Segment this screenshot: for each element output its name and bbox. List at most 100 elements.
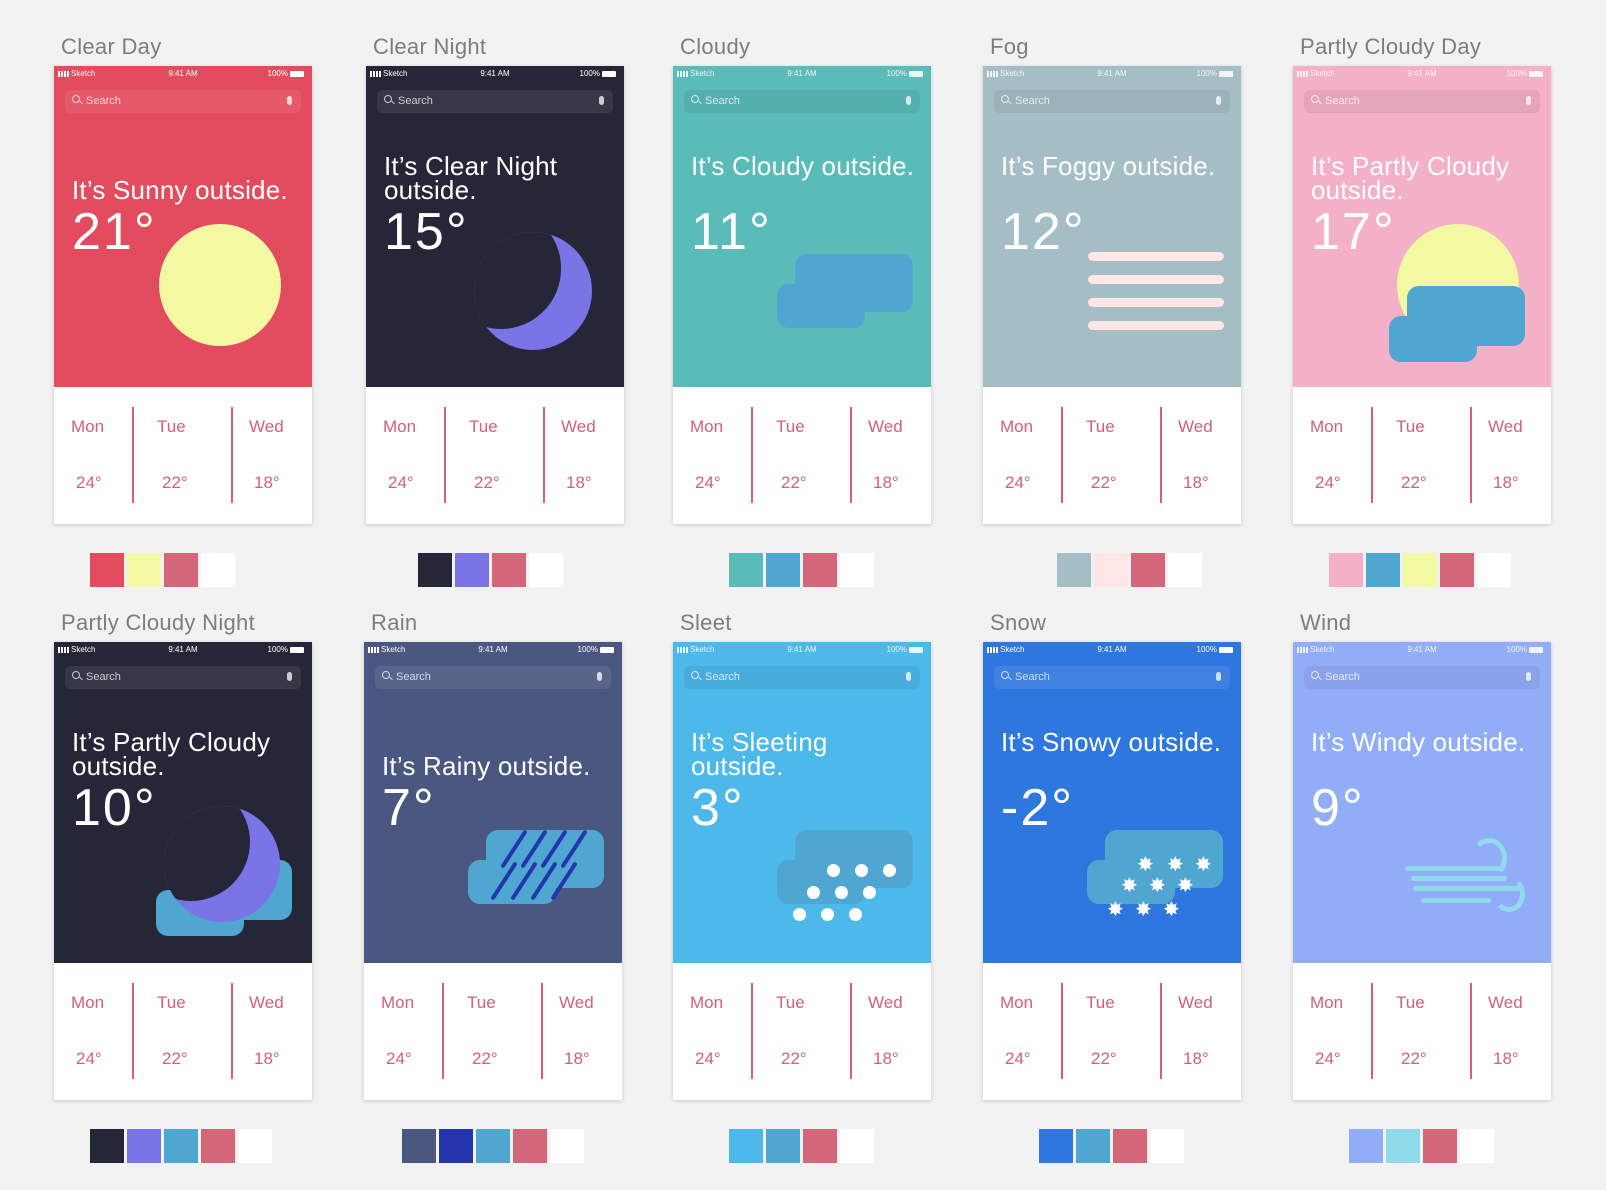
- forecast-day[interactable]: Mon 24°: [1293, 387, 1379, 524]
- color-swatch: [1113, 1129, 1147, 1163]
- forecast-day[interactable]: Mon 24°: [1293, 963, 1379, 1100]
- snowflake: ✸: [1163, 899, 1180, 921]
- forecast-divider: [1371, 983, 1373, 1079]
- forecast-temperature: 24°: [386, 1049, 412, 1068]
- card-title: Sleet: [680, 610, 732, 635]
- forecast-temperature: 22°: [162, 473, 188, 492]
- forecast-day[interactable]: Tue 22°: [1379, 963, 1465, 1100]
- forecast-temperature: 22°: [781, 1049, 807, 1068]
- color-swatch: [201, 1129, 235, 1163]
- forecast-day[interactable]: Mon 24°: [983, 963, 1069, 1100]
- forecast-day[interactable]: Mon 24°: [673, 387, 759, 524]
- color-swatch: [803, 1129, 837, 1163]
- forecast-temperature: 18°: [566, 473, 592, 492]
- forecast-day[interactable]: Mon 24°: [364, 963, 450, 1100]
- forecast-day[interactable]: Tue 22°: [140, 387, 226, 524]
- forecast-day[interactable]: Mon 24°: [366, 387, 452, 524]
- phone-mockup: Sketch 9:41 AM 100% Search It’s Sleeting out…: [673, 642, 931, 1100]
- fog-bar: [1088, 298, 1224, 307]
- forecast-temperature: 24°: [695, 473, 721, 492]
- color-swatch: [1349, 1129, 1383, 1163]
- forecast-day[interactable]: Tue 22°: [759, 387, 845, 524]
- card-title: Snow: [990, 610, 1047, 635]
- partly-cloudy-night-icon: [54, 642, 312, 963]
- weather-screen: Sketch 9:41 AM 100% Search It’s Partly Cloud…: [1293, 66, 1551, 387]
- forecast-day[interactable]: Wed 18°: [1471, 387, 1551, 524]
- color-swatch: [476, 1129, 510, 1163]
- forecast-day[interactable]: Wed 18°: [1471, 963, 1551, 1100]
- forecast-day[interactable]: Tue 22°: [1069, 387, 1155, 524]
- sleet-dot: [849, 908, 862, 921]
- forecast-temperature: 24°: [695, 1049, 721, 1068]
- forecast-divider: [1160, 407, 1162, 503]
- forecast-temperature: 24°: [1315, 473, 1341, 492]
- forecast-day[interactable]: Tue 22°: [1379, 387, 1465, 524]
- forecast-divider: [850, 407, 852, 503]
- card-title: Fog: [990, 34, 1029, 59]
- forecast-day[interactable]: Mon 24°: [673, 963, 759, 1100]
- moon-cutout: [164, 806, 250, 902]
- forecast-day[interactable]: Tue 22°: [450, 963, 536, 1100]
- forecast-day[interactable]: Mon 24°: [54, 963, 140, 1100]
- color-swatch: [164, 553, 198, 587]
- forecast-temperature: 18°: [1493, 473, 1519, 492]
- snowflake: ✸: [1195, 854, 1212, 876]
- phone-mockup: Sketch 9:41 AM 100% Search It’s Clear Night …: [366, 66, 624, 524]
- snowflake: ✸: [1167, 854, 1184, 876]
- color-swatch: [729, 1129, 763, 1163]
- cloud-icon: [673, 66, 931, 387]
- weather-screen: Sketch 9:41 AM 100% Search It’s Cloudy outsi…: [673, 66, 931, 387]
- color-swatch: [840, 553, 874, 587]
- snowflake: ✸: [1149, 875, 1166, 897]
- forecast-day[interactable]: Wed 18°: [1161, 963, 1241, 1100]
- forecast-temperature: 22°: [781, 473, 807, 492]
- forecast-day-label: Tue: [1086, 417, 1115, 436]
- forecast-panel: Mon 24° Tue 22° Wed 18°: [54, 963, 312, 1100]
- snowflake: ✸: [1121, 875, 1138, 897]
- forecast-divider: [850, 983, 852, 1079]
- forecast-temperature: 22°: [1091, 473, 1117, 492]
- sleet-dot: [821, 908, 834, 921]
- forecast-day[interactable]: Wed 18°: [232, 963, 312, 1100]
- cloud-shape: [777, 860, 865, 904]
- forecast-temperature: 18°: [1183, 473, 1209, 492]
- sleet-dot: [793, 908, 806, 921]
- color-swatch: [550, 1129, 584, 1163]
- forecast-day[interactable]: Tue 22°: [1069, 963, 1155, 1100]
- forecast-day[interactable]: Wed 18°: [232, 387, 312, 524]
- forecast-day[interactable]: Tue 22°: [452, 387, 538, 524]
- forecast-day[interactable]: Wed 18°: [851, 963, 931, 1100]
- sleet-dot: [855, 864, 868, 877]
- forecast-divider: [444, 407, 446, 503]
- snowflake: ✸: [1177, 875, 1194, 897]
- forecast-divider: [1470, 407, 1472, 503]
- forecast-day[interactable]: Wed 18°: [544, 387, 624, 524]
- forecast-divider: [132, 983, 134, 1079]
- color-swatch: [402, 1129, 436, 1163]
- forecast-divider: [1061, 407, 1063, 503]
- forecast-day-label: Wed: [1178, 993, 1213, 1012]
- forecast-temperature: 18°: [873, 1049, 899, 1068]
- forecast-temperature: 22°: [1401, 473, 1427, 492]
- forecast-day-label: Wed: [559, 993, 594, 1012]
- forecast-panel: Mon 24° Tue 22° Wed 18°: [54, 387, 312, 524]
- forecast-day[interactable]: Wed 18°: [851, 387, 931, 524]
- forecast-divider: [231, 983, 233, 1079]
- forecast-temperature: 22°: [1401, 1049, 1427, 1068]
- forecast-temperature: 24°: [1315, 1049, 1341, 1068]
- forecast-day-label: Mon: [690, 993, 724, 1012]
- forecast-panel: Mon 24° Tue 22° Wed 18°: [1293, 387, 1551, 524]
- forecast-day[interactable]: Mon 24°: [54, 387, 140, 524]
- sleet-dot: [835, 886, 848, 899]
- forecast-day[interactable]: Tue 22°: [759, 963, 845, 1100]
- forecast-temperature: 24°: [76, 1049, 102, 1068]
- forecast-day-label: Mon: [1310, 417, 1344, 436]
- forecast-day[interactable]: Mon 24°: [983, 387, 1069, 524]
- phone-mockup: Sketch 9:41 AM 100% Search It’s Partly Cloud…: [1293, 66, 1551, 524]
- forecast-day[interactable]: Wed 18°: [1161, 387, 1241, 524]
- color-swatch: [492, 553, 526, 587]
- forecast-day[interactable]: Wed 18°: [542, 963, 622, 1100]
- forecast-temperature: 18°: [1493, 1049, 1519, 1068]
- forecast-temperature: 18°: [254, 1049, 280, 1068]
- forecast-day[interactable]: Tue 22°: [140, 963, 226, 1100]
